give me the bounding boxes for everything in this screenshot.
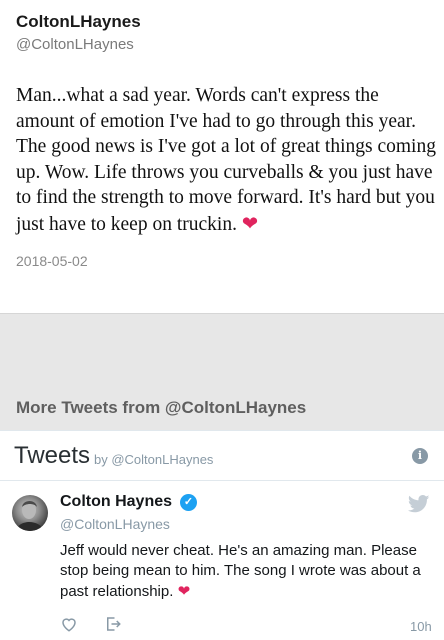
twitter-bird-icon[interactable]: [408, 495, 430, 513]
timeline-title: Tweets: [14, 442, 91, 469]
tweet-text: Man...what a sad year. Words can't expre…: [16, 83, 436, 237]
twitter-timeline-embed: Tweets by @ColtonLHaynes i Colton Haynes…: [0, 430, 444, 640]
timeline-header: Tweets by @ColtonLHaynes i: [0, 431, 444, 481]
tweet-text-content: Man...what a sad year. Words can't expre…: [16, 85, 436, 235]
timeline-by-handle[interactable]: by @ColtonLHaynes: [94, 452, 213, 467]
timeline-tweet[interactable]: Colton Haynes ✓ @ColtonLHaynes Jeff woul…: [0, 481, 444, 640]
timeline-tweet-text-content: Jeff would never cheat. He's an amazing …: [60, 542, 421, 600]
info-icon[interactable]: i: [412, 448, 428, 464]
tweet-author-handle[interactable]: @ColtonLHaynes: [16, 35, 428, 55]
share-icon[interactable]: [104, 615, 122, 633]
verified-badge-icon: ✓: [180, 494, 197, 511]
timeline-tweet-author-name[interactable]: Colton Haynes: [60, 493, 172, 511]
heart-emoji: ❤: [177, 582, 191, 600]
timeline-tweet-timestamp[interactable]: 10h: [410, 619, 432, 634]
tweet-date[interactable]: 2018-05-02: [16, 253, 428, 269]
timeline-tweet-text: Jeff would never cheat. He's an amazing …: [60, 541, 436, 602]
embedded-tweet-card: ColtonLHaynes @ColtonLHaynes Man...what …: [0, 0, 444, 313]
more-tweets-heading: More Tweets from @ColtonLHaynes: [16, 398, 307, 417]
tweet-author-name[interactable]: ColtonLHaynes: [16, 12, 428, 32]
avatar-portrait: [16, 501, 44, 531]
timeline-tweet-author-handle[interactable]: @ColtonLHaynes: [60, 516, 170, 532]
like-heart-icon[interactable]: [60, 615, 78, 633]
more-tweets-section: More Tweets from @ColtonLHaynes: [0, 313, 444, 430]
avatar[interactable]: [12, 495, 48, 531]
heart-emoji: ❤: [241, 211, 259, 235]
